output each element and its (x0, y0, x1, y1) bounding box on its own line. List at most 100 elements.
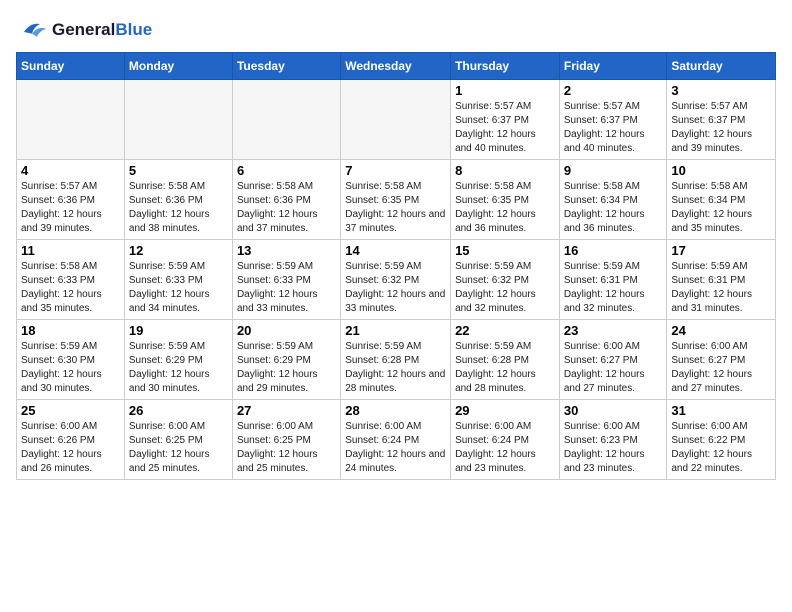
calendar-cell: 26Sunrise: 6:00 AMSunset: 6:25 PMDayligh… (124, 400, 232, 480)
calendar-week-row: 1 Sunrise: 5:57 AMSunset: 6:37 PMDaylight… (17, 80, 776, 160)
day-number: 25 (21, 403, 120, 418)
day-number: 30 (564, 403, 663, 418)
calendar-header-saturday: Saturday (667, 53, 776, 80)
day-info: Sunrise: 6:00 AMSunset: 6:26 PMDaylight:… (21, 420, 120, 476)
calendar-header-thursday: Thursday (451, 53, 560, 80)
day-number: 17 (671, 243, 771, 258)
logo-icon (16, 16, 48, 44)
day-number: 6 (237, 163, 336, 178)
day-info: Sunrise: 6:00 AMSunset: 6:25 PMDaylight:… (129, 420, 228, 476)
calendar-cell: 13 Sunrise: 5:59 AMSunset: 6:33 PMDayligh… (232, 240, 340, 320)
day-info: Sunrise: 5:58 AMSunset: 6:35 PMDaylight:… (345, 180, 446, 236)
day-info: Sunrise: 6:00 AMSunset: 6:25 PMDaylight:… (237, 420, 336, 476)
day-number: 20 (237, 323, 336, 338)
day-number: 24 (671, 323, 771, 338)
day-number: 27 (237, 403, 336, 418)
calendar-header-friday: Friday (559, 53, 667, 80)
calendar-cell: 7 Sunrise: 5:58 AMSunset: 6:35 PMDaylight… (341, 160, 451, 240)
calendar-cell: 18 Sunrise: 5:59 AMSunset: 6:30 PMDayligh… (17, 320, 125, 400)
calendar-cell: 23 Sunrise: 6:00 AMSunset: 6:27 PMDayligh… (559, 320, 667, 400)
day-info: Sunrise: 5:59 AMSunset: 6:29 PMDaylight:… (129, 340, 228, 396)
calendar-cell: 9 Sunrise: 5:58 AMSunset: 6:34 PMDaylight… (559, 160, 667, 240)
day-number: 28 (345, 403, 446, 418)
calendar-header-tuesday: Tuesday (232, 53, 340, 80)
day-number: 18 (21, 323, 120, 338)
day-info: Sunrise: 6:00 AMSunset: 6:23 PMDaylight:… (564, 420, 663, 476)
calendar-cell: 21 Sunrise: 5:59 AMSunset: 6:28 PMDayligh… (341, 320, 451, 400)
day-info: Sunrise: 5:59 AMSunset: 6:31 PMDaylight:… (671, 260, 771, 316)
calendar-header-sunday: Sunday (17, 53, 125, 80)
day-number: 13 (237, 243, 336, 258)
calendar-cell: 16Sunrise: 5:59 AMSunset: 6:31 PMDayligh… (559, 240, 667, 320)
calendar-cell: 31 Sunrise: 6:00 AMSunset: 6:22 PMDayligh… (667, 400, 776, 480)
calendar-cell: 29Sunrise: 6:00 AMSunset: 6:24 PMDayligh… (451, 400, 560, 480)
calendar-cell (341, 80, 451, 160)
day-number: 5 (129, 163, 228, 178)
day-number: 29 (455, 403, 555, 418)
calendar-header-monday: Monday (124, 53, 232, 80)
day-info: Sunrise: 5:58 AMSunset: 6:33 PMDaylight:… (21, 260, 120, 316)
logo: GeneralBlue (16, 16, 152, 44)
calendar-header-row: SundayMondayTuesdayWednesdayThursdayFrid… (17, 53, 776, 80)
day-number: 10 (671, 163, 771, 178)
day-info: Sunrise: 5:59 AMSunset: 6:33 PMDaylight:… (129, 260, 228, 316)
calendar-cell: 1 Sunrise: 5:57 AMSunset: 6:37 PMDaylight… (451, 80, 560, 160)
day-info: Sunrise: 5:58 AMSunset: 6:34 PMDaylight:… (671, 180, 771, 236)
day-info: Sunrise: 5:57 AMSunset: 6:36 PMDaylight:… (21, 180, 120, 236)
calendar-cell: 12 Sunrise: 5:59 AMSunset: 6:33 PMDayligh… (124, 240, 232, 320)
day-info: Sunrise: 5:59 AMSunset: 6:31 PMDaylight:… (564, 260, 663, 316)
day-number: 21 (345, 323, 446, 338)
day-number: 23 (564, 323, 663, 338)
day-number: 3 (671, 83, 771, 98)
day-info: Sunrise: 5:58 AMSunset: 6:36 PMDaylight:… (237, 180, 336, 236)
day-info: Sunrise: 5:57 AMSunset: 6:37 PMDaylight:… (564, 100, 663, 156)
calendar-cell: 27 Sunrise: 6:00 AMSunset: 6:25 PMDayligh… (232, 400, 340, 480)
calendar-week-row: 18 Sunrise: 5:59 AMSunset: 6:30 PMDayligh… (17, 320, 776, 400)
day-info: Sunrise: 6:00 AMSunset: 6:27 PMDaylight:… (671, 340, 771, 396)
calendar-cell: 30 Sunrise: 6:00 AMSunset: 6:23 PMDayligh… (559, 400, 667, 480)
day-number: 14 (345, 243, 446, 258)
day-number: 15 (455, 243, 555, 258)
day-info: Sunrise: 6:00 AMSunset: 6:27 PMDaylight:… (564, 340, 663, 396)
calendar-week-row: 11Sunrise: 5:58 AMSunset: 6:33 PMDayligh… (17, 240, 776, 320)
day-info: Sunrise: 5:59 AMSunset: 6:29 PMDaylight:… (237, 340, 336, 396)
day-number: 2 (564, 83, 663, 98)
day-info: Sunrise: 5:58 AMSunset: 6:34 PMDaylight:… (564, 180, 663, 236)
day-info: Sunrise: 5:57 AMSunset: 6:37 PMDaylight:… (455, 100, 555, 156)
day-number: 19 (129, 323, 228, 338)
day-info: Sunrise: 6:00 AMSunset: 6:24 PMDaylight:… (345, 420, 446, 476)
calendar-cell: 14 Sunrise: 5:59 AMSunset: 6:32 PMDayligh… (341, 240, 451, 320)
calendar-cell: 11Sunrise: 5:58 AMSunset: 6:33 PMDayligh… (17, 240, 125, 320)
day-number: 31 (671, 403, 771, 418)
day-info: Sunrise: 6:00 AMSunset: 6:22 PMDaylight:… (671, 420, 771, 476)
calendar-cell: 6 Sunrise: 5:58 AMSunset: 6:36 PMDaylight… (232, 160, 340, 240)
calendar-table: SundayMondayTuesdayWednesdayThursdayFrid… (16, 52, 776, 480)
calendar-cell: 17 Sunrise: 5:59 AMSunset: 6:31 PMDayligh… (667, 240, 776, 320)
day-number: 4 (21, 163, 120, 178)
day-info: Sunrise: 5:59 AMSunset: 6:32 PMDaylight:… (455, 260, 555, 316)
calendar-header-wednesday: Wednesday (341, 53, 451, 80)
calendar-cell: 4 Sunrise: 5:57 AMSunset: 6:36 PMDaylight… (17, 160, 125, 240)
calendar-cell: 5 Sunrise: 5:58 AMSunset: 6:36 PMDaylight… (124, 160, 232, 240)
calendar-cell: 8Sunrise: 5:58 AMSunset: 6:35 PMDaylight… (451, 160, 560, 240)
day-number: 9 (564, 163, 663, 178)
page-header: GeneralBlue (16, 16, 776, 44)
day-info: Sunrise: 5:59 AMSunset: 6:33 PMDaylight:… (237, 260, 336, 316)
day-number: 22 (455, 323, 555, 338)
calendar-week-row: 4 Sunrise: 5:57 AMSunset: 6:36 PMDaylight… (17, 160, 776, 240)
calendar-week-row: 25 Sunrise: 6:00 AMSunset: 6:26 PMDayligh… (17, 400, 776, 480)
day-number: 7 (345, 163, 446, 178)
calendar-cell (232, 80, 340, 160)
day-info: Sunrise: 5:59 AMSunset: 6:28 PMDaylight:… (345, 340, 446, 396)
calendar-cell: 28 Sunrise: 6:00 AMSunset: 6:24 PMDayligh… (341, 400, 451, 480)
day-info: Sunrise: 5:58 AMSunset: 6:35 PMDaylight:… (455, 180, 555, 236)
calendar-cell: 25 Sunrise: 6:00 AMSunset: 6:26 PMDayligh… (17, 400, 125, 480)
calendar-cell: 19 Sunrise: 5:59 AMSunset: 6:29 PMDayligh… (124, 320, 232, 400)
day-info: Sunrise: 5:59 AMSunset: 6:30 PMDaylight:… (21, 340, 120, 396)
day-info: Sunrise: 5:59 AMSunset: 6:32 PMDaylight:… (345, 260, 446, 316)
day-info: Sunrise: 5:58 AMSunset: 6:36 PMDaylight:… (129, 180, 228, 236)
calendar-cell: 10 Sunrise: 5:58 AMSunset: 6:34 PMDayligh… (667, 160, 776, 240)
day-number: 1 (455, 83, 555, 98)
calendar-cell: 2 Sunrise: 5:57 AMSunset: 6:37 PMDaylight… (559, 80, 667, 160)
day-number: 12 (129, 243, 228, 258)
